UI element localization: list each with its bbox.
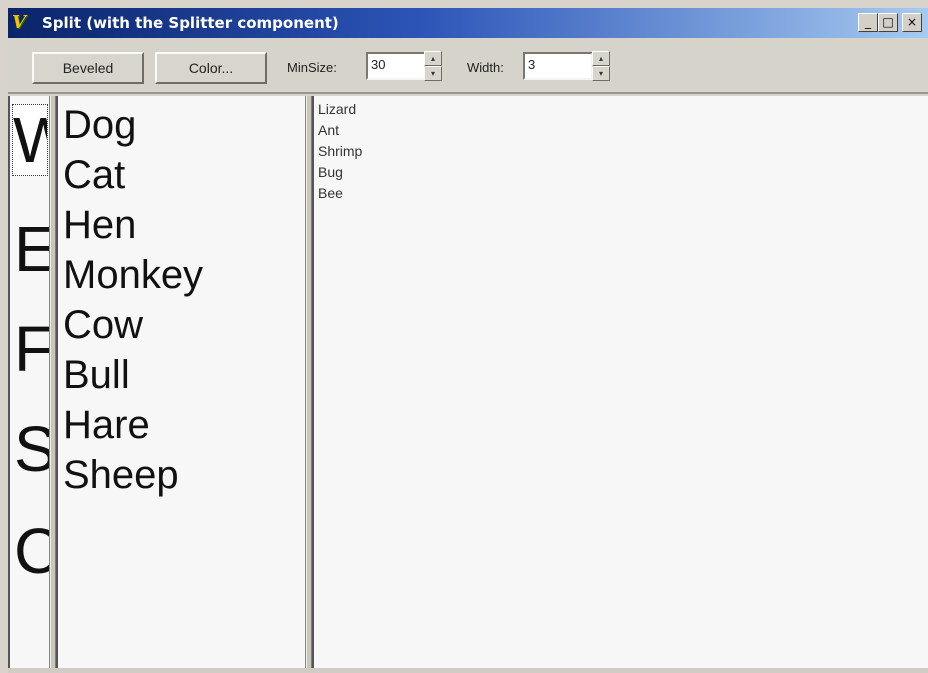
color-button[interactable]: Color... <box>155 52 267 84</box>
width-field[interactable]: 3 <box>523 52 593 80</box>
maximize-button[interactable]: □ <box>878 13 898 32</box>
minsize-label: MinSize: <box>287 60 337 75</box>
list-item[interactable]: Monkey <box>63 250 203 300</box>
list-item[interactable]: Hen <box>63 200 136 250</box>
toolbar: Beveled Color... MinSize: 30 ▴ ▾ Width: … <box>8 38 928 94</box>
minimize-button[interactable]: _ <box>858 13 878 32</box>
title-bar[interactable]: V Split (with the Splitter component) _ … <box>8 8 928 38</box>
bugs-listbox[interactable]: Lizard Ant Shrimp Bug Bee <box>312 96 928 668</box>
list-item[interactable]: Cat <box>63 150 125 200</box>
minsize-field[interactable]: 30 <box>366 52 426 80</box>
minsize-spin-down-button[interactable]: ▾ <box>424 66 442 81</box>
list-item[interactable]: Lizard <box>318 99 356 120</box>
list-item[interactable]: Shrimp <box>318 141 362 162</box>
letters-listbox[interactable]: W E F S C <box>8 96 50 668</box>
beveled-button[interactable]: Beveled <box>32 52 144 84</box>
animals-listbox[interactable]: Dog Cat Hen Monkey Cow Bull Hare Sheep <box>56 96 306 668</box>
list-item[interactable]: C <box>14 516 49 586</box>
width-spin-up-button[interactable]: ▴ <box>592 51 610 66</box>
width-spinner[interactable]: ▴ ▾ <box>592 51 610 81</box>
list-item[interactable]: Sheep <box>63 450 179 500</box>
list-item[interactable]: Cow <box>63 300 143 350</box>
window-bottom-border <box>8 668 928 673</box>
list-item[interactable]: E <box>14 214 49 284</box>
list-item[interactable]: S <box>14 414 49 484</box>
list-item[interactable]: Dog <box>63 100 136 150</box>
list-item[interactable]: W <box>12 104 48 176</box>
list-item[interactable]: Bull <box>63 350 130 400</box>
list-item[interactable]: Bee <box>318 183 343 204</box>
width-label: Width: <box>467 60 504 75</box>
list-item[interactable]: F <box>14 314 49 384</box>
window-title: Split (with the Splitter component) <box>42 14 339 32</box>
list-item[interactable]: Bug <box>318 162 343 183</box>
minsize-spinner[interactable]: ▴ ▾ <box>424 51 442 81</box>
width-spin-down-button[interactable]: ▾ <box>592 66 610 81</box>
close-button[interactable]: × <box>902 13 922 32</box>
app-icon[interactable]: V <box>12 13 34 33</box>
list-item[interactable]: Ant <box>318 120 339 141</box>
minsize-spin-up-button[interactable]: ▴ <box>424 51 442 66</box>
list-item[interactable]: Hare <box>63 400 150 450</box>
